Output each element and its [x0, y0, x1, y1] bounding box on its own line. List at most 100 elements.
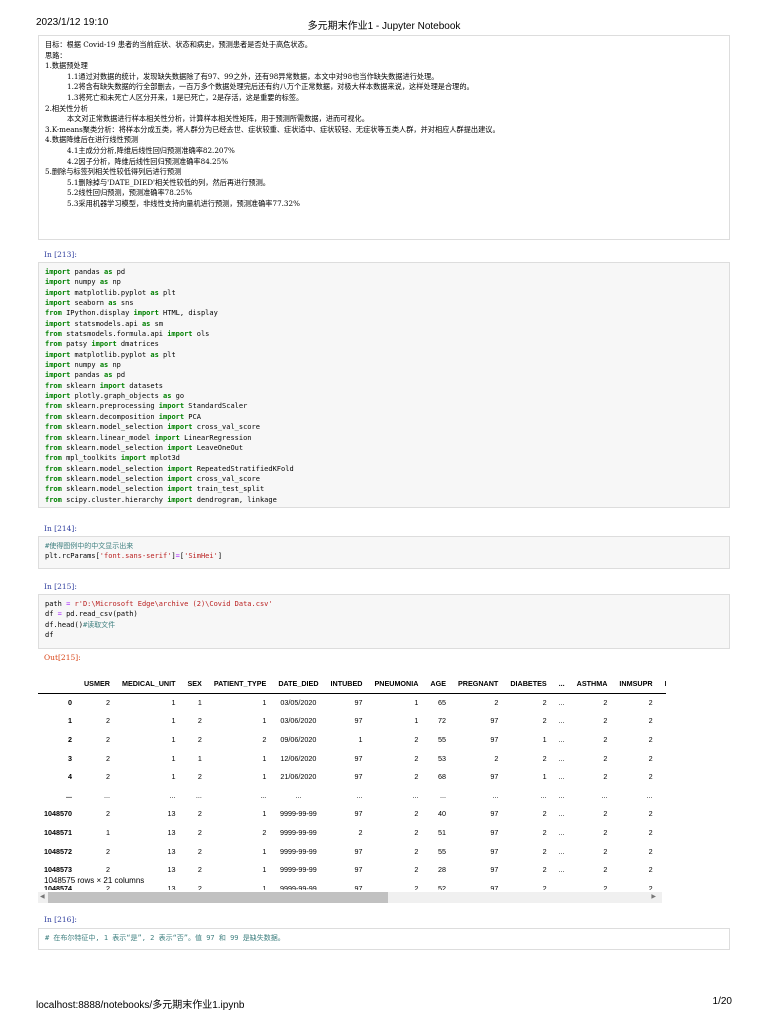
code-token: LeaveOneOut — [192, 443, 244, 452]
code-cell-read-csv[interactable]: path = r'D:\Microsoft Edge\archive (2)\C… — [38, 594, 730, 649]
table-cell: 2 — [603, 846, 608, 856]
row-index: 1048572 — [44, 846, 72, 856]
code-token: import — [154, 433, 180, 442]
code-line: from sklearn.model_selection import trai… — [45, 484, 723, 494]
table-cell: ... — [412, 790, 419, 800]
row-index: 1 — [67, 716, 72, 726]
table-cell: ... — [558, 809, 565, 819]
code-token: scipy.cluster.hierarchy — [61, 495, 168, 504]
table-cell: 1 — [197, 698, 202, 708]
table-cell: 97 — [354, 753, 363, 763]
table-cell: 97 — [490, 772, 499, 782]
code-token: import — [167, 495, 193, 504]
code-line: df = pd.read_csv(path) — [45, 609, 723, 619]
code-line: # 在布尔特征中, 1 表示“是”, 2 表示“否”。值 97 和 99 是缺失… — [45, 933, 723, 943]
table-cell: ... — [558, 827, 565, 837]
code-token: mplot3d — [146, 454, 180, 463]
code-line: import numpy as np — [45, 277, 723, 287]
code-token: df.head() — [45, 620, 83, 629]
table-cell: 2 — [603, 753, 608, 763]
code-token: datasets — [125, 381, 164, 390]
table-cell: 97 — [354, 865, 363, 875]
table-cell: 2 — [542, 809, 547, 819]
code-token: #读取文件 — [82, 620, 116, 629]
table-cell: 9999-99-99 — [280, 809, 317, 819]
table-cell: 1 — [171, 716, 176, 726]
markdown-cell[interactable]: 目标：根据 Covid-19 患者的当前症状、状态和病史，预测患者是否处于高危状… — [38, 35, 730, 240]
scroll-right-icon[interactable]: ▶ — [651, 893, 656, 900]
code-token: mpl_toolkits — [61, 454, 121, 463]
table-cell: 2 — [542, 698, 547, 708]
rows-info: 1048575 rows × 21 columns — [44, 876, 145, 885]
table-cell: 2 — [542, 865, 547, 875]
code-cell-comment[interactable]: # 在布尔特征中, 1 表示“是”, 2 表示“否”。值 97 和 99 是缺失… — [38, 928, 730, 950]
cell-prompt-213: In [213]: — [44, 250, 77, 259]
table-cell: ... — [558, 734, 565, 744]
cell-prompt-216: In [216]: — [44, 915, 77, 924]
table-cell: 2 — [648, 846, 653, 856]
table-cell: 2 — [197, 865, 202, 875]
code-token: # 在布尔特征中, 1 表示“是”, 2 表示“否”。值 97 和 99 是缺失… — [45, 934, 285, 942]
table-cell: 1 — [262, 753, 267, 763]
code-token: pandas — [70, 371, 105, 380]
code-token: as — [150, 350, 159, 359]
table-cell: 9999-99-99 — [280, 865, 317, 875]
scroll-left-icon[interactable]: ◀ — [40, 893, 45, 900]
code-line: import pandas as pd — [45, 267, 723, 277]
code-line: from sklearn.decomposition import PCA — [45, 412, 723, 422]
table-cell: 2 — [197, 883, 202, 890]
code-token: statsmodels.formula.api — [61, 330, 168, 339]
table-cell: 1 — [262, 846, 267, 856]
column-header: PREGNANT — [451, 675, 505, 694]
dataframe-table: USMER MEDICAL_UNIT SEX PATIENT_TYPE DATE_DIE… — [38, 675, 666, 890]
code-token: plt — [158, 350, 176, 359]
table-cell — [659, 730, 666, 749]
table-cell: 2 — [648, 827, 653, 837]
code-cell-imports[interactable]: import pandas as pd import numpy as np imp… — [38, 262, 730, 508]
code-token: import — [45, 299, 71, 308]
code-token: import — [133, 309, 159, 318]
table-cell: ... — [558, 846, 565, 856]
table-cell: 2 — [603, 827, 608, 837]
code-line: import seaborn as sns — [45, 298, 723, 308]
horizontal-scrollbar[interactable]: ◀ ▶ — [38, 892, 662, 903]
code-token: from — [45, 454, 62, 463]
code-token: train_test_split — [192, 485, 265, 494]
table-cell: 51 — [437, 827, 446, 837]
code-token: from — [45, 330, 62, 339]
code-line: from sklearn.preprocessing import Standa… — [45, 401, 723, 411]
table-cell: 97 — [490, 846, 499, 856]
code-token: from — [45, 485, 62, 494]
table-cell: 1 — [171, 698, 176, 708]
code-cell-rcparams[interactable]: #使得图例中的中文显示出来 plt.rcParams['font.sans-ser… — [38, 536, 730, 569]
table-cell: 55 — [437, 734, 446, 744]
table-cell: 1 — [542, 734, 547, 744]
code-token: np — [108, 361, 121, 370]
table-cell — [659, 693, 666, 712]
code-token: seaborn — [70, 299, 109, 308]
table-cell: 2 — [105, 698, 110, 708]
table-cell: 09/06/2020 — [280, 734, 317, 744]
table-cell: 1 — [262, 772, 267, 782]
table-cell: 72 — [437, 716, 446, 726]
row-index: 0 — [67, 698, 72, 708]
table-cell: 2 — [262, 734, 267, 744]
code-token: patsy — [61, 340, 92, 349]
code-token: from — [45, 412, 62, 421]
table-cell: 03/05/2020 — [280, 698, 317, 708]
code-token: from — [45, 381, 62, 390]
table-cell: 2 — [105, 716, 110, 726]
table-cell: 13 — [167, 846, 176, 856]
code-token: import — [91, 340, 117, 349]
code-line: import numpy as np — [45, 360, 723, 370]
table-cell: 2 — [648, 772, 653, 782]
scrollbar-thumb[interactable] — [48, 892, 388, 903]
table-cell: 9999-99-99 — [280, 846, 317, 856]
code-token: import — [45, 288, 71, 297]
code-token: from — [45, 433, 62, 442]
table-cell: 2 — [414, 865, 419, 875]
table-cell: 2 — [648, 753, 653, 763]
table-cell: 97 — [354, 698, 363, 708]
table-cell: 2 — [494, 753, 499, 763]
column-header: AGE — [424, 675, 452, 694]
